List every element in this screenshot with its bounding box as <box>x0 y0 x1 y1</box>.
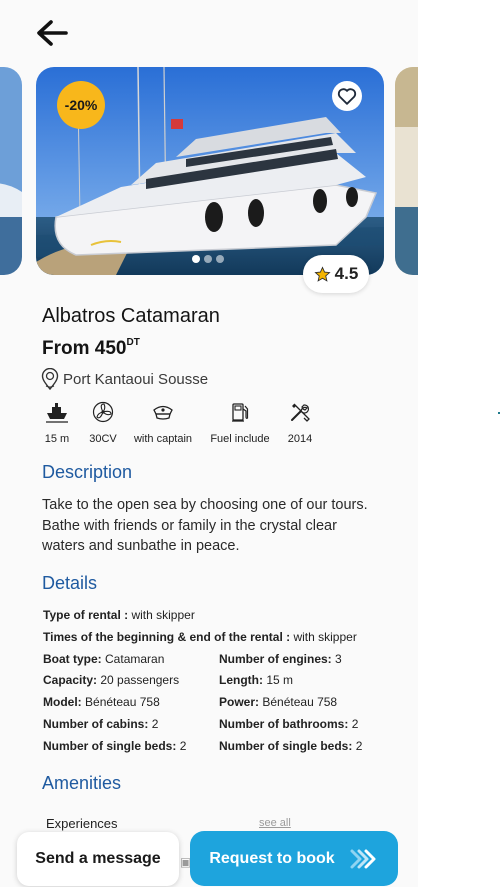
detail-length: Length: 15 m <box>219 673 293 687</box>
detail-label: Number of single beds: <box>43 739 177 753</box>
send-message-label: Send a message <box>35 850 161 867</box>
back-button[interactable] <box>34 16 70 52</box>
detail-cabins: Number of cabins: 2 <box>43 717 158 731</box>
detail-power: Power: Bénéteau 758 <box>219 695 337 709</box>
detail-engines: Number of engines: 3 <box>219 652 342 666</box>
next-boat-image[interactable] <box>395 67 418 275</box>
send-message-button[interactable]: Send a message <box>17 832 179 886</box>
pagination-dot[interactable] <box>216 255 224 263</box>
star-icon <box>314 265 331 282</box>
detail-type-of-rental: Type of rental : with skipper <box>43 608 195 622</box>
boat-name: Albatros Catamaran <box>42 305 220 327</box>
location-text: Port Kantaoui Sousse <box>63 370 209 388</box>
double-chevron-right-icon <box>350 849 376 868</box>
detail-value: 15 m <box>266 673 294 687</box>
detail-value: 2 <box>351 717 359 731</box>
edge-marker <box>498 412 500 414</box>
boat-detail-screen: -20% 4.5 Albatros Catamaran From 450DT P… <box>0 0 418 887</box>
detail-value: 20 passengers <box>100 673 180 687</box>
detail-label: Type of rental : <box>43 608 129 622</box>
detail-value: Bénéteau 758 <box>262 695 338 709</box>
price-currency: DT <box>126 337 140 348</box>
detail-label: Boat type: <box>43 652 102 666</box>
detail-value: with skipper <box>293 630 357 644</box>
heart-outline-icon <box>337 88 357 105</box>
feature-power: 30CV <box>85 400 121 445</box>
detail-model: Model: Bénéteau 758 <box>43 695 160 709</box>
pagination-dot[interactable] <box>204 255 212 263</box>
detail-single-beds: Number of single beds: 2 <box>219 739 362 753</box>
detail-value: 3 <box>335 652 342 666</box>
feature-label: with captain <box>133 433 193 445</box>
location-pin-icon <box>41 368 59 390</box>
favorite-button[interactable] <box>332 81 362 111</box>
feature-label: Fuel include <box>210 433 270 445</box>
detail-boat-type: Boat type: Catamaran <box>43 652 164 666</box>
detail-single-beds: Number of single beds: 2 <box>43 739 186 753</box>
feature-length: 15 m <box>38 400 76 445</box>
detail-value: 2 <box>179 739 187 753</box>
detail-label: Power: <box>219 695 260 709</box>
engine-fan-icon <box>92 400 114 424</box>
fuel-pump-icon <box>230 400 250 424</box>
detail-value: 2 <box>151 717 159 731</box>
boat-location: Port Kantaoui Sousse <box>41 368 208 390</box>
detail-label: Capacity: <box>43 673 98 687</box>
rating-value: 4.5 <box>334 264 359 283</box>
amenity-category-label: Experiences <box>46 816 118 831</box>
detail-label: Model: <box>43 695 82 709</box>
feature-captain: with captain <box>128 400 198 445</box>
detail-label: Number of cabins: <box>43 717 149 731</box>
price-text: From 450 <box>42 338 127 359</box>
request-to-book-button[interactable]: Request to book <box>190 831 398 886</box>
previous-boat-image[interactable] <box>0 67 22 275</box>
boat-price: From 450DT <box>42 337 140 360</box>
detail-value: Bénéteau 758 <box>85 695 160 709</box>
detail-capacity: Capacity: 20 passengers <box>43 673 179 687</box>
detail-value: Catamaran <box>105 652 165 666</box>
feature-label: 30CV <box>89 433 117 445</box>
tools-icon <box>289 400 311 424</box>
discount-text: -20% <box>64 97 98 113</box>
see-all-link[interactable]: see all <box>259 817 291 829</box>
description-text: Take to the open sea by choosing one of … <box>42 497 368 554</box>
detail-label: Number of engines: <box>219 652 332 666</box>
amenities-heading: Amenities <box>42 773 122 793</box>
detail-label: Number of bathrooms: <box>219 717 349 731</box>
details-heading: Details <box>42 573 98 593</box>
feature-year: 2014 <box>282 400 318 445</box>
feature-fuel: Fuel include <box>206 400 274 445</box>
detail-label: Number of single beds: <box>219 739 353 753</box>
detail-value: with skipper <box>131 608 195 622</box>
detail-rental-times: Times of the beginning & end of the rent… <box>43 630 357 644</box>
image-carousel[interactable]: -20% <box>0 67 418 275</box>
carousel-pagination <box>192 255 224 263</box>
captain-hat-icon <box>151 400 175 424</box>
request-to-book-label: Request to book <box>209 849 335 867</box>
arrow-left-icon <box>37 20 68 46</box>
detail-bathrooms: Number of bathrooms: 2 <box>219 717 358 731</box>
detail-value: 2 <box>355 739 363 753</box>
pagination-dot[interactable] <box>192 255 200 263</box>
main-boat-image[interactable]: -20% <box>36 67 384 275</box>
description-heading: Description <box>42 462 133 482</box>
feature-label: 15 m <box>44 433 70 445</box>
rating-badge: 4.5 <box>303 255 369 293</box>
feature-label: 2014 <box>287 433 313 445</box>
detail-label: Length: <box>219 673 263 687</box>
feature-list: 15 m 30CV with captain Fuel include 2014 <box>0 400 418 450</box>
detail-label: Times of the beginning & end of the rent… <box>43 630 291 644</box>
boat-length-icon <box>44 400 70 424</box>
discount-badge: -20% <box>57 81 105 129</box>
